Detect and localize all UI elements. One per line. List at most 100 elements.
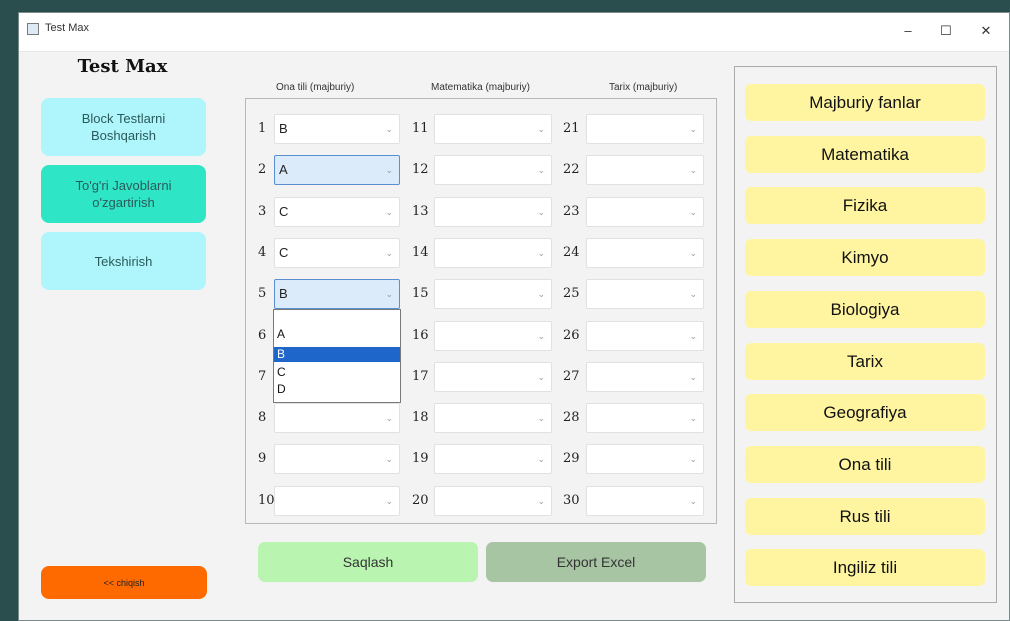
answer-value: C bbox=[279, 204, 289, 219]
chevron-down-icon: ⌄ bbox=[537, 454, 545, 464]
question-number: 13 bbox=[412, 204, 429, 219]
subject-button[interactable]: Biologiya bbox=[745, 291, 985, 328]
dropdown-option-c[interactable]: C bbox=[274, 365, 400, 380]
answer-select-tarix[interactable]: ⌄ bbox=[586, 403, 704, 433]
chevron-down-icon: ⌄ bbox=[689, 124, 697, 134]
export-excel-button[interactable]: Export Excel bbox=[486, 542, 706, 582]
answer-select-tarix[interactable]: ⌄ bbox=[586, 321, 704, 351]
subject-button[interactable]: Matematika bbox=[745, 136, 985, 173]
answer-select-ona-tili[interactable]: B ⌄ bbox=[274, 279, 400, 309]
answer-select-tarix[interactable]: ⌄ bbox=[586, 238, 704, 268]
chevron-down-icon: ⌄ bbox=[689, 165, 697, 175]
question-number: 6 bbox=[258, 328, 267, 343]
answer-select-ona-tili[interactable]: ⌄ bbox=[274, 486, 400, 516]
subject-button[interactable]: Majburiy fanlar bbox=[745, 84, 985, 121]
chevron-down-icon: ⌄ bbox=[537, 331, 545, 341]
question-number: 17 bbox=[412, 369, 429, 384]
chevron-down-icon: ⌄ bbox=[537, 413, 545, 423]
answer-select-ona-tili[interactable]: ⌄ bbox=[274, 444, 400, 474]
dropdown-option-a[interactable]: A bbox=[274, 327, 400, 342]
dropdown-option-d[interactable]: D bbox=[274, 382, 400, 397]
subject-button[interactable]: Tarix bbox=[745, 343, 985, 380]
answer-select-matematika[interactable]: ⌄ bbox=[434, 321, 552, 351]
question-number: 23 bbox=[563, 204, 580, 219]
answer-select-matematika[interactable]: ⌄ bbox=[434, 114, 552, 144]
subject-button[interactable]: Rus tili bbox=[745, 498, 985, 535]
app-icon bbox=[27, 23, 39, 35]
answer-select-tarix[interactable]: ⌄ bbox=[586, 444, 704, 474]
maximize-button[interactable]: ☐ bbox=[931, 19, 961, 43]
answer-select-matematika[interactable]: ⌄ bbox=[434, 279, 552, 309]
answer-select-tarix[interactable]: ⌄ bbox=[586, 197, 704, 227]
answer-select-matematika[interactable]: ⌄ bbox=[434, 197, 552, 227]
chevron-down-icon: ⌄ bbox=[689, 331, 697, 341]
question-number: 25 bbox=[563, 286, 580, 301]
chevron-down-icon: ⌄ bbox=[385, 496, 393, 506]
question-number: 3 bbox=[258, 204, 267, 219]
subject-button[interactable]: Ona tili bbox=[745, 446, 985, 483]
answer-dropdown-list: A B C D bbox=[273, 309, 401, 403]
question-number: 24 bbox=[563, 245, 580, 260]
question-number: 26 bbox=[563, 328, 580, 343]
column-header-ona-tili: Ona tili (majburiy) bbox=[276, 82, 355, 93]
answer-select-matematika[interactable]: ⌄ bbox=[434, 362, 552, 392]
question-number: 10 bbox=[258, 493, 275, 508]
close-button[interactable]: ✕ bbox=[971, 19, 1001, 43]
answer-select-matematika[interactable]: ⌄ bbox=[434, 238, 552, 268]
answer-select-ona-tili[interactable]: C ⌄ bbox=[274, 197, 400, 227]
answer-select-tarix[interactable]: ⌄ bbox=[586, 279, 704, 309]
window-title: Test Max bbox=[45, 22, 90, 34]
answer-select-tarix[interactable]: ⌄ bbox=[586, 362, 704, 392]
chevron-down-icon: ⌄ bbox=[385, 248, 393, 258]
answer-select-tarix[interactable]: ⌄ bbox=[586, 155, 704, 185]
answer-select-matematika[interactable]: ⌄ bbox=[434, 486, 552, 516]
question-number: 5 bbox=[258, 286, 267, 301]
question-number: 1 bbox=[258, 121, 267, 136]
check-button[interactable]: Tekshirish bbox=[41, 232, 206, 290]
answer-select-ona-tili[interactable]: ⌄ bbox=[274, 403, 400, 433]
dropdown-option-b[interactable]: B bbox=[274, 347, 400, 362]
chevron-down-icon: ⌄ bbox=[537, 289, 545, 299]
title-bar: Test Max – ☐ ✕ bbox=[19, 13, 1009, 52]
chevron-down-icon: ⌄ bbox=[689, 248, 697, 258]
answer-select-matematika[interactable]: ⌄ bbox=[434, 403, 552, 433]
chevron-down-icon: ⌄ bbox=[537, 248, 545, 258]
save-button[interactable]: Saqlash bbox=[258, 542, 478, 582]
chevron-down-icon: ⌄ bbox=[537, 372, 545, 382]
answer-select-tarix[interactable]: ⌄ bbox=[586, 486, 704, 516]
correct-answers-button[interactable]: To'g'ri Javoblarni o'zgartirish bbox=[41, 165, 206, 223]
answer-value: C bbox=[279, 245, 289, 260]
chevron-down-icon: ⌄ bbox=[385, 454, 393, 464]
answer-select-matematika[interactable]: ⌄ bbox=[434, 155, 552, 185]
answer-value: A bbox=[279, 162, 288, 177]
subject-button[interactable]: Fizika bbox=[745, 187, 985, 224]
chevron-down-icon: ⌄ bbox=[689, 413, 697, 423]
question-number: 18 bbox=[412, 410, 429, 425]
answer-select-ona-tili[interactable]: A ⌄ bbox=[274, 155, 400, 185]
question-number: 12 bbox=[412, 162, 429, 177]
block-tests-button[interactable]: Block Testlarni Boshqarish bbox=[41, 98, 206, 156]
chevron-down-icon: ⌄ bbox=[537, 496, 545, 506]
question-number: 15 bbox=[412, 286, 429, 301]
minimize-button[interactable]: – bbox=[893, 19, 923, 43]
chevron-down-icon: ⌄ bbox=[689, 372, 697, 382]
column-header-tarix: Tarix (majburiy) bbox=[609, 82, 678, 93]
chevron-down-icon: ⌄ bbox=[689, 207, 697, 217]
chevron-down-icon: ⌄ bbox=[537, 124, 545, 134]
subject-button[interactable]: Kimyo bbox=[745, 239, 985, 276]
question-number: 22 bbox=[563, 162, 580, 177]
chevron-down-icon: ⌄ bbox=[689, 496, 697, 506]
answer-select-ona-tili[interactable]: C ⌄ bbox=[274, 238, 400, 268]
question-number: 30 bbox=[563, 493, 580, 508]
back-button[interactable]: << chiqish bbox=[41, 566, 207, 599]
answer-select-matematika[interactable]: ⌄ bbox=[434, 444, 552, 474]
answer-select-ona-tili[interactable]: B ⌄ bbox=[274, 114, 400, 144]
question-number: 14 bbox=[412, 245, 429, 260]
chevron-down-icon: ⌄ bbox=[385, 207, 393, 217]
subject-button[interactable]: Ingiliz tili bbox=[745, 549, 985, 586]
question-number: 4 bbox=[258, 245, 267, 260]
answer-select-tarix[interactable]: ⌄ bbox=[586, 114, 704, 144]
chevron-down-icon: ⌄ bbox=[537, 165, 545, 175]
subject-button[interactable]: Geografiya bbox=[745, 394, 985, 431]
question-number: 27 bbox=[563, 369, 580, 384]
